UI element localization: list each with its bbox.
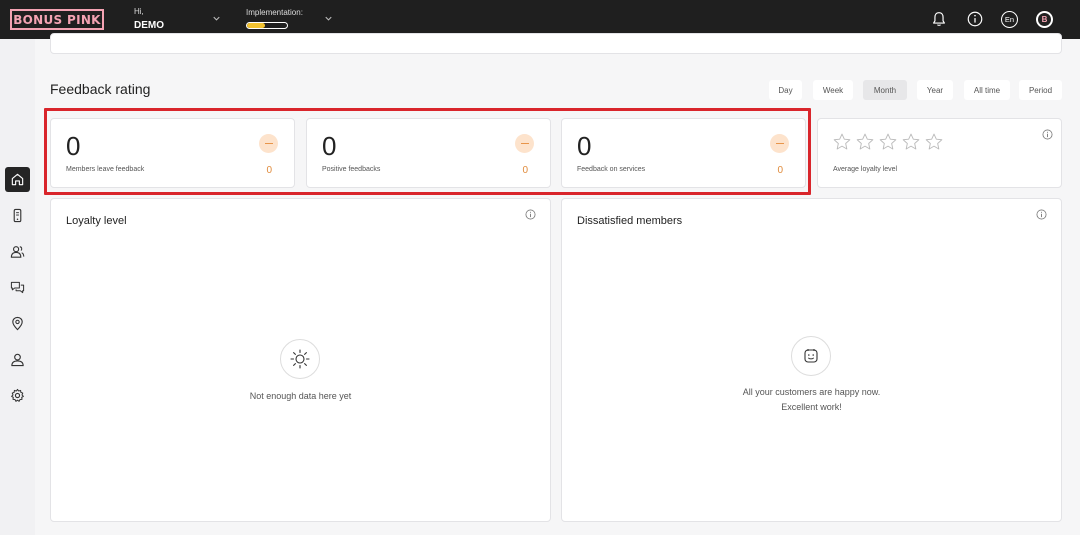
main-content: Feedback rating Day Week Month Year All … [35, 33, 1080, 535]
star-icon [856, 133, 874, 150]
top-card-remnant [50, 33, 1062, 54]
star-icon [925, 133, 943, 150]
sidebar-item-phone[interactable] [5, 203, 30, 228]
empty-state-text: Not enough data here yet [249, 391, 352, 401]
panel-title: Loyalty level [66, 215, 127, 227]
section-title: Feedback rating [50, 81, 151, 97]
users-icon [10, 246, 25, 258]
sun-icon [280, 339, 320, 379]
implementation-chevron-down-icon[interactable] [323, 13, 334, 24]
sidebar-item-home[interactable] [5, 167, 30, 192]
home-icon [11, 173, 24, 186]
implementation-label: Implementation: [246, 8, 303, 17]
highlight-box [44, 108, 811, 195]
sidebar-item-users[interactable] [5, 239, 30, 264]
empty-state-line1: All your customers are happy now. [742, 387, 881, 397]
star-icon [879, 133, 897, 150]
greeting-text: Hi, [134, 7, 144, 16]
star-icon [833, 133, 851, 150]
empty-state-line2: Excellent work! [781, 402, 842, 412]
avatar-letter: B [1038, 13, 1051, 26]
star-rating [832, 132, 944, 152]
sidebar [0, 39, 35, 535]
user-name: DEMO [134, 20, 164, 31]
loyalty-level-panel: Loyalty level Not enough data here yet [50, 198, 551, 522]
info-icon[interactable] [1042, 129, 1053, 140]
phone-icon [13, 208, 22, 223]
info-icon[interactable] [1036, 209, 1047, 220]
location-pin-icon [12, 316, 23, 331]
account-chevron-down-icon[interactable] [211, 13, 222, 24]
implementation-progress: Implementation: [246, 8, 303, 29]
average-loyalty-card: Average loyalty level [817, 118, 1062, 188]
smiley-icon [791, 336, 831, 376]
panel-title: Dissatisfied members [577, 215, 683, 227]
period-week-button[interactable]: Week [813, 80, 853, 100]
sidebar-item-location[interactable] [5, 311, 30, 336]
bell-icon[interactable] [930, 10, 948, 28]
period-month-button[interactable]: Month [863, 80, 907, 100]
logo[interactable]: BONUS PINK [10, 9, 104, 30]
period-year-button[interactable]: Year [917, 80, 953, 100]
implementation-progress-fill [247, 23, 265, 28]
sidebar-item-chat[interactable] [5, 275, 30, 300]
user-icon [11, 353, 24, 367]
info-icon[interactable] [966, 10, 984, 28]
dissatisfied-members-panel: Dissatisfied members All your customers … [561, 198, 1062, 522]
chat-icon [10, 281, 25, 294]
sidebar-item-settings[interactable] [5, 383, 30, 408]
language-switcher[interactable]: En [1001, 11, 1018, 28]
empty-state-text: All your customers are happy now. Excell… [562, 385, 1061, 415]
gear-icon [11, 388, 24, 402]
sidebar-item-profile[interactable] [5, 347, 30, 372]
info-icon[interactable] [525, 209, 536, 220]
period-custom-button[interactable]: Period [1019, 80, 1062, 100]
period-all-time-button[interactable]: All time [964, 80, 1010, 100]
implementation-progress-bar [246, 22, 288, 29]
star-icon [902, 133, 920, 150]
avatar[interactable]: B [1036, 11, 1053, 28]
period-day-button[interactable]: Day [769, 80, 802, 100]
user-greeting: Hi, DEMO [134, 8, 164, 31]
average-loyalty-label: Average loyalty level [833, 166, 898, 173]
